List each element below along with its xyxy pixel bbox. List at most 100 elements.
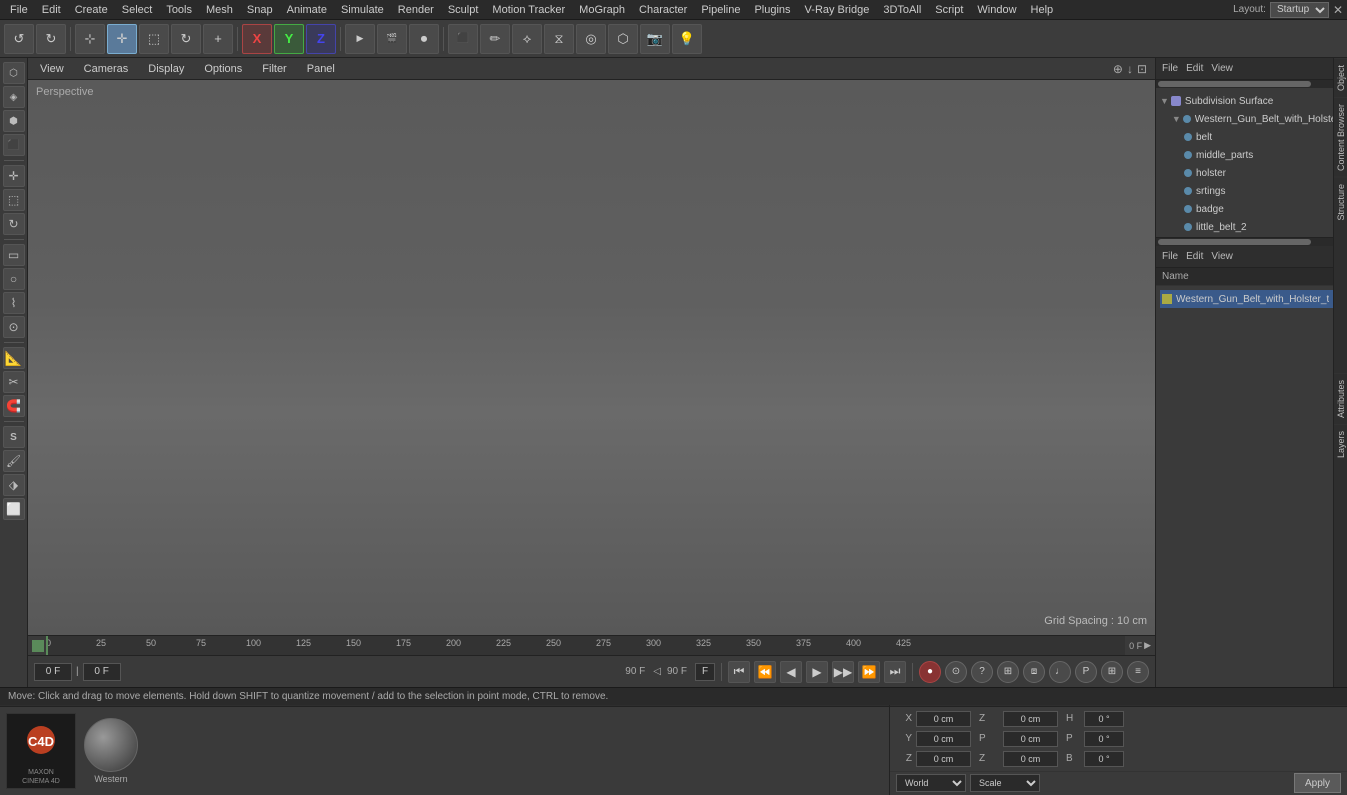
timeline-end-icon[interactable]: ▶ <box>1144 640 1151 651</box>
axis-x-btn[interactable]: X <box>242 24 272 54</box>
viewport-menu-filter[interactable]: Filter <box>258 61 290 77</box>
move-tool-btn[interactable]: ✛ <box>107 24 137 54</box>
tab-layers[interactable]: Layers <box>1334 424 1347 464</box>
side-rotate[interactable]: ↻ <box>3 213 25 235</box>
mid-scrollbar-thumb[interactable] <box>1158 239 1311 245</box>
viewport-expand-icon[interactable]: ⊕ <box>1113 62 1123 76</box>
menu-snap[interactable]: Snap <box>241 2 279 18</box>
undo-btn[interactable]: ↺ <box>4 24 34 54</box>
side-mode-poly[interactable]: ⬢ <box>3 110 25 132</box>
menu-animate[interactable]: Animate <box>281 2 333 18</box>
menu-file[interactable]: File <box>4 2 34 18</box>
viewport-maximize-icon[interactable]: ⊡ <box>1137 62 1147 76</box>
side-move[interactable]: ✛ <box>3 165 25 187</box>
obj-scrollbar-h[interactable] <box>1156 80 1347 88</box>
new-object-btn[interactable]: + <box>203 24 233 54</box>
fps-input[interactable] <box>695 663 715 681</box>
viewport-menu-display[interactable]: Display <box>144 61 188 77</box>
viewport-menu-panel[interactable]: Panel <box>303 61 339 77</box>
tab-attributes[interactable]: Attributes <box>1334 373 1347 424</box>
tab-content-browser[interactable]: Content Browser <box>1334 97 1347 177</box>
side-paint[interactable]: 🖌 <box>3 450 25 472</box>
obj-menu-edit[interactable]: Edit <box>1186 63 1203 74</box>
z3-input[interactable] <box>1003 751 1058 767</box>
render-picture-btn[interactable]: 🎬 <box>377 24 407 54</box>
menu-select[interactable]: Select <box>116 2 159 18</box>
world-dropdown[interactable]: World <box>896 774 966 792</box>
jump-start-btn[interactable]: ⏮ <box>728 661 750 683</box>
tree-item-badge[interactable]: badge <box>1156 200 1347 218</box>
spline-btn[interactable]: ⟡ <box>512 24 542 54</box>
field-btn[interactable]: ◎ <box>576 24 606 54</box>
menu-simulate[interactable]: Simulate <box>335 2 390 18</box>
render-to-po-btn[interactable]: ⏺ <box>409 24 439 54</box>
menu-script[interactable]: Script <box>929 2 969 18</box>
onion-btn[interactable]: P <box>1075 661 1097 683</box>
play-reverse-btn[interactable]: ◀ <box>780 661 802 683</box>
attr-menu-edit[interactable]: Edit <box>1186 251 1203 262</box>
attr-menu-view[interactable]: View <box>1211 251 1233 262</box>
redo-btn[interactable]: ↻ <box>36 24 66 54</box>
menu-window[interactable]: Window <box>971 2 1022 18</box>
side-knife[interactable]: ✂ <box>3 371 25 393</box>
cube-btn[interactable]: ⬛ <box>448 24 478 54</box>
x-input[interactable] <box>916 711 971 727</box>
motion-path-btn[interactable]: ⊞ <box>1101 661 1123 683</box>
sound-btn[interactable]: ♩ <box>1049 661 1071 683</box>
menu-mesh[interactable]: Mesh <box>200 2 239 18</box>
mid-scrollbar[interactable] <box>1156 238 1347 246</box>
side-select-circle[interactable]: ○ <box>3 268 25 290</box>
viewport-menu-view[interactable]: View <box>36 61 68 77</box>
side-mode-point[interactable]: ⬡ <box>3 62 25 84</box>
side-magnet[interactable]: 🧲 <box>3 395 25 417</box>
h-input[interactable] <box>1084 711 1124 727</box>
select-tool-btn[interactable]: ⊹ <box>75 24 105 54</box>
tree-item-belt[interactable]: belt <box>1156 128 1347 146</box>
axis-z-btn[interactable]: Z <box>306 24 336 54</box>
prev-frame-btn[interactable]: ⏪ <box>754 661 776 683</box>
side-live-select[interactable]: ⊙ <box>3 316 25 338</box>
close-icon[interactable]: ✕ <box>1333 3 1343 17</box>
viewport[interactable]: X Y Z Perspective Grid Spacing : 10 cm <box>28 80 1155 635</box>
camera-btn[interactable]: 📷 <box>640 24 670 54</box>
p-input[interactable] <box>1003 731 1058 747</box>
material-tag-btn[interactable]: ⬡ <box>608 24 638 54</box>
obj-menu-file[interactable]: File <box>1162 63 1178 74</box>
menu-render[interactable]: Render <box>392 2 440 18</box>
viewport-menu-cameras[interactable]: Cameras <box>80 61 133 77</box>
obj-scrollbar-thumb[interactable] <box>1158 81 1311 87</box>
side-mode-edge[interactable]: ◈ <box>3 86 25 108</box>
extras-btn[interactable]: ⊞ <box>997 661 1019 683</box>
side-bevel[interactable]: ⬗ <box>3 474 25 496</box>
apply-button[interactable]: Apply <box>1294 773 1341 793</box>
frame-current-input[interactable] <box>34 663 72 681</box>
tree-item-root[interactable]: ▼ Western_Gun_Belt_with_Holster_ <box>1156 110 1347 128</box>
tree-item-little-belt[interactable]: little_belt <box>1156 236 1347 237</box>
obj-menu-view[interactable]: View <box>1211 63 1233 74</box>
menu-mograph[interactable]: MoGraph <box>573 2 631 18</box>
side-extrude[interactable]: ⬜ <box>3 498 25 520</box>
menu-edit[interactable]: Edit <box>36 2 67 18</box>
tree-item-middle-parts[interactable]: middle_parts <box>1156 146 1347 164</box>
side-select-free[interactable]: ⌇ <box>3 292 25 314</box>
viewport-pin-icon[interactable]: ↓ <box>1127 62 1133 76</box>
tree-item-holster[interactable]: holster <box>1156 164 1347 182</box>
z-input[interactable] <box>1003 711 1058 727</box>
y-input[interactable] <box>916 731 971 747</box>
timeline-ruler[interactable]: 0 25 50 75 100 125 150 175 200 225 250 2… <box>46 636 1125 655</box>
layout-dropdown[interactable]: Startup <box>1270 2 1329 18</box>
light-btn[interactable]: 💡 <box>672 24 702 54</box>
menu-create[interactable]: Create <box>69 2 114 18</box>
tab-object[interactable]: Object <box>1334 58 1347 97</box>
menu-3dtoall[interactable]: 3DToAll <box>877 2 927 18</box>
attr-menu-file[interactable]: File <box>1162 251 1178 262</box>
side-s-tool[interactable]: S <box>3 426 25 448</box>
pen-btn[interactable]: ✏ <box>480 24 510 54</box>
side-ruler[interactable]: 📐 <box>3 347 25 369</box>
menu-sculpt[interactable]: Sculpt <box>442 2 485 18</box>
p2-input[interactable] <box>1084 731 1124 747</box>
play-forward-btn[interactable]: ▶▶ <box>832 661 854 683</box>
timeline-view-btn[interactable]: ≡ <box>1127 661 1149 683</box>
autokey-btn[interactable]: ⊙ <box>945 661 967 683</box>
menu-vray-bridge[interactable]: V-Ray Bridge <box>799 2 876 18</box>
